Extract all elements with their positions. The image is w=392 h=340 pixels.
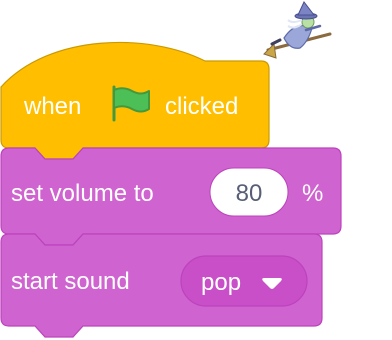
- hat-clicked-label: clicked: [165, 93, 238, 120]
- scripts-area: when clicked set volume to 80 % start so…: [0, 1, 342, 338]
- set-volume-block[interactable]: set volume to 80 %: [0, 147, 342, 246]
- start-sound-label: start sound: [11, 268, 130, 295]
- sound-dropdown-value: pop: [201, 269, 241, 296]
- when-flag-clicked-block[interactable]: when clicked: [0, 41, 270, 160]
- witch-sprite-icon[interactable]: [263, 1, 332, 59]
- sound-dropdown[interactable]: pop: [180, 255, 308, 307]
- hat-when-label: when: [23, 93, 81, 120]
- start-sound-block[interactable]: start sound pop: [0, 233, 323, 338]
- volume-input[interactable]: 80: [209, 167, 289, 217]
- set-volume-label: set volume to: [11, 180, 154, 207]
- volume-percent-label: %: [302, 180, 323, 207]
- volume-value: 80: [236, 180, 263, 207]
